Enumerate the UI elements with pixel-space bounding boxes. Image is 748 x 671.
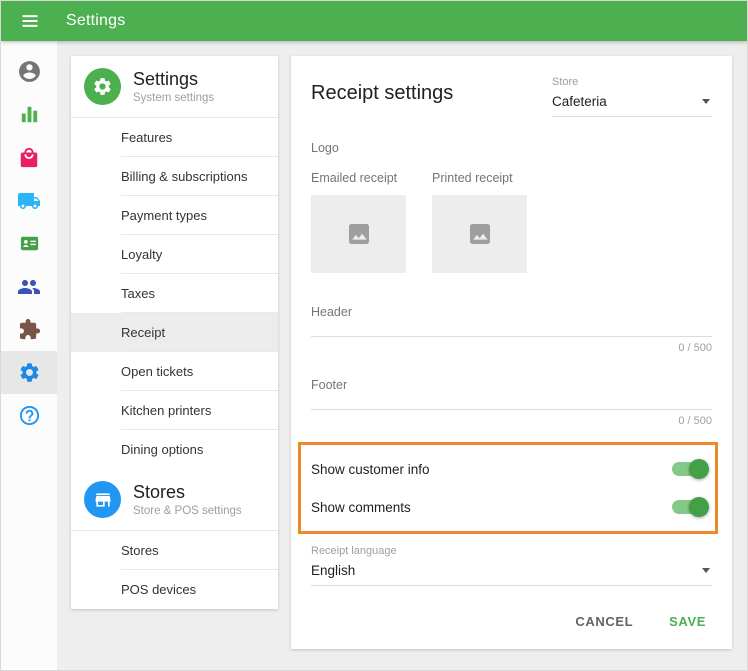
sidebar-item-open-tickets[interactable]: Open tickets: [71, 352, 278, 391]
image-placeholder-icon: [465, 219, 495, 249]
rail-item-reports[interactable]: [1, 93, 57, 136]
sidebar-item-label: Dining options: [121, 442, 203, 457]
rail-item-account[interactable]: [1, 50, 57, 93]
sidebar-item-label: Open tickets: [121, 364, 193, 379]
people-icon: [17, 275, 41, 299]
image-placeholder-icon: [344, 219, 374, 249]
sidebar-item-label: Loyalty: [121, 247, 162, 262]
receipt-toggles: Show customer info Show comments: [311, 445, 712, 531]
app-bar: Settings: [1, 1, 747, 41]
footer-char-counter: 0 / 500: [311, 415, 712, 427]
page-title: Receipt settings: [311, 82, 453, 105]
show-comments-label: Show comments: [311, 500, 411, 515]
settings-badge: [84, 68, 121, 105]
rail-item-employees[interactable]: [1, 222, 57, 265]
store-select-value: Cafeteria: [552, 94, 607, 109]
sidebar-item-label: Payment types: [121, 208, 207, 223]
stores-menu: Stores POS devices: [71, 531, 278, 609]
rail-item-apps[interactable]: [1, 308, 57, 351]
receipt-settings-panel: Receipt settings Store Cafeteria Logo Em…: [291, 56, 732, 649]
sidebar-item-dining-options[interactable]: Dining options: [71, 430, 278, 469]
rail-item-inventory[interactable]: [1, 179, 57, 222]
save-button[interactable]: SAVE: [669, 614, 706, 629]
menu-button[interactable]: [18, 9, 42, 33]
settings-sidebar: Settings System settings Features Billin…: [71, 56, 278, 609]
sidebar-item-billing[interactable]: Billing & subscriptions: [71, 157, 278, 196]
cancel-button[interactable]: CANCEL: [575, 614, 633, 629]
nav-rail: [1, 41, 57, 670]
settings-menu: Features Billing & subscriptions Payment…: [71, 118, 278, 469]
sidebar-item-label: Taxes: [121, 286, 155, 301]
sidebar-item-kitchen-printers[interactable]: Kitchen printers: [71, 391, 278, 430]
gear-icon: [18, 361, 41, 384]
sidebar-section-stores[interactable]: Stores Store & POS settings: [71, 469, 278, 531]
show-comments-toggle[interactable]: [672, 500, 706, 514]
stores-badge: [84, 481, 121, 518]
chevron-down-icon: [702, 568, 710, 573]
store-select-label: Store: [552, 76, 712, 88]
app-bar-title: Settings: [66, 12, 125, 30]
hamburger-icon: [20, 11, 40, 31]
id-badge-icon: [18, 232, 41, 255]
receipt-language-label: Receipt language: [311, 545, 712, 557]
rail-item-items[interactable]: [1, 136, 57, 179]
printed-receipt-upload[interactable]: [432, 195, 527, 273]
rail-item-help[interactable]: [1, 394, 57, 437]
settings-section-title: Settings: [133, 69, 214, 90]
rail-item-settings[interactable]: [1, 351, 57, 394]
sidebar-item-label: POS devices: [121, 582, 196, 597]
delivery-truck-icon: [17, 189, 41, 213]
shopping-bag-icon: [18, 147, 40, 169]
stores-section-subtitle: Store & POS settings: [133, 505, 242, 517]
sidebar-item-taxes[interactable]: Taxes: [71, 274, 278, 313]
bar-chart-icon: [18, 103, 41, 126]
toggle-thumb: [689, 459, 709, 479]
settings-section-subtitle: System settings: [133, 92, 214, 104]
header-field-label: Header: [311, 305, 712, 319]
sidebar-item-label: Billing & subscriptions: [121, 169, 247, 184]
footer-input[interactable]: [311, 392, 712, 410]
sidebar-item-label: Stores: [121, 543, 159, 558]
store-badge-icon: [93, 490, 113, 510]
emailed-receipt-label: Emailed receipt: [311, 171, 406, 185]
sidebar-item-loyalty[interactable]: Loyalty: [71, 235, 278, 274]
show-customer-info-toggle[interactable]: [672, 462, 706, 476]
receipt-language-value: English: [311, 563, 355, 578]
printed-receipt-label: Printed receipt: [432, 171, 527, 185]
account-circle-icon: [17, 59, 42, 84]
logo-label: Logo: [311, 141, 712, 155]
sidebar-section-settings[interactable]: Settings System settings: [71, 56, 278, 118]
help-icon: [18, 404, 41, 427]
sidebar-item-pos-devices[interactable]: POS devices: [71, 570, 278, 609]
sidebar-item-features[interactable]: Features: [71, 118, 278, 157]
show-customer-info-label: Show customer info: [311, 462, 430, 477]
rail-item-customers[interactable]: [1, 265, 57, 308]
gear-badge-icon: [92, 76, 113, 97]
screen: Settings: [0, 0, 748, 671]
sidebar-item-label: Kitchen printers: [121, 403, 211, 418]
sidebar-item-payment-types[interactable]: Payment types: [71, 196, 278, 235]
chevron-down-icon: [702, 99, 710, 104]
toggle-thumb: [689, 497, 709, 517]
puzzle-piece-icon: [18, 318, 41, 341]
receipt-language-select[interactable]: Receipt language English: [311, 545, 712, 586]
sidebar-item-label: Receipt: [121, 325, 165, 340]
sidebar-item-label: Features: [121, 130, 172, 145]
sidebar-item-stores[interactable]: Stores: [71, 531, 278, 570]
sidebar-item-receipt[interactable]: Receipt: [71, 313, 278, 352]
footer-field-label: Footer: [311, 378, 712, 392]
stores-section-title: Stores: [133, 482, 242, 503]
store-select[interactable]: Store Cafeteria: [552, 76, 712, 117]
header-input[interactable]: [311, 319, 712, 337]
emailed-receipt-upload[interactable]: [311, 195, 406, 273]
header-char-counter: 0 / 500: [311, 342, 712, 354]
